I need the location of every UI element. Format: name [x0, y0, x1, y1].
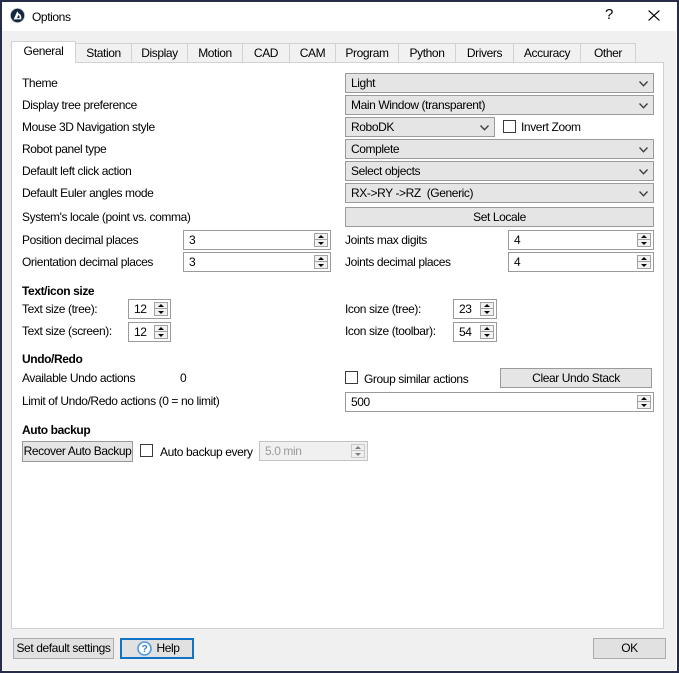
svg-text:?: ?	[142, 644, 148, 655]
